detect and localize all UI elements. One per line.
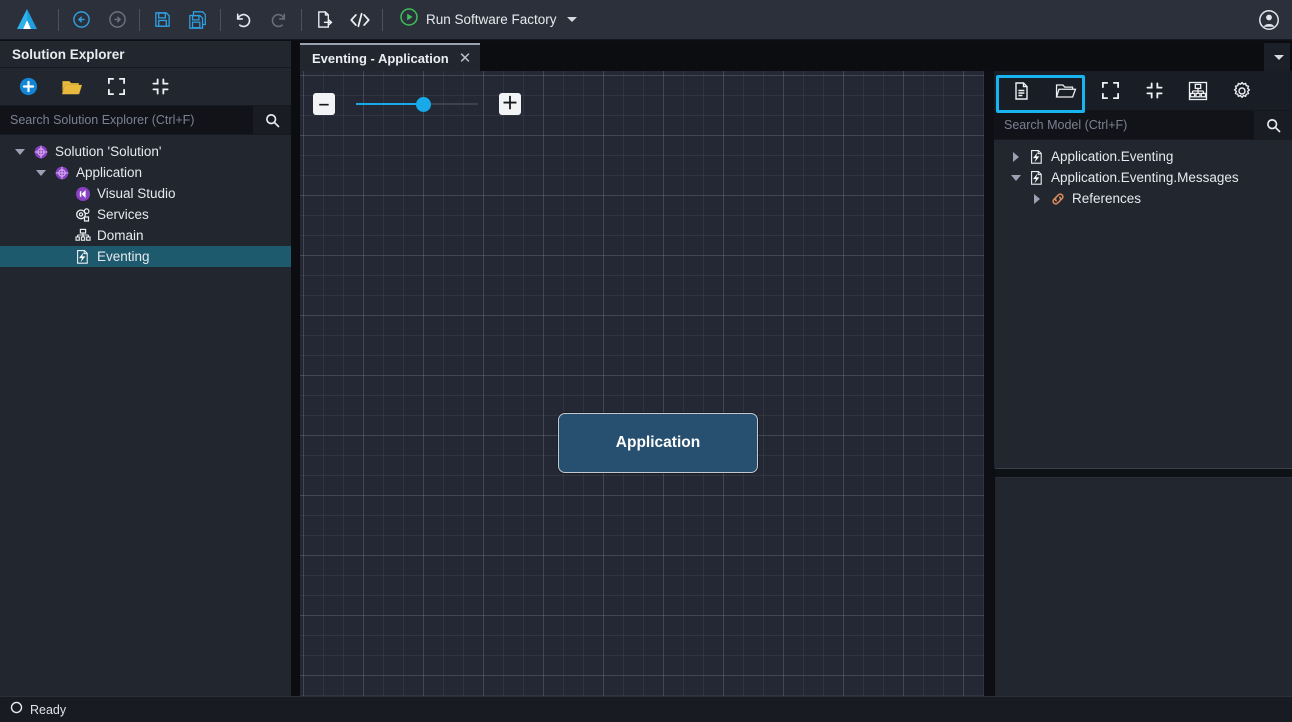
play-circle-icon bbox=[399, 7, 419, 32]
toolbar-divider bbox=[220, 8, 221, 31]
tree-item-label: Eventing bbox=[97, 249, 150, 264]
expand-all-button[interactable] bbox=[1088, 74, 1132, 108]
tab-label: Eventing - Application bbox=[312, 50, 449, 66]
left-panel-splitter[interactable] bbox=[291, 41, 300, 696]
main-toolbar: Run Software Factory bbox=[0, 0, 1292, 40]
model-properties-panel bbox=[995, 478, 1292, 696]
triangle-right-icon[interactable] bbox=[1027, 193, 1047, 204]
application-window: Run Software Factory Solution Explorer S… bbox=[0, 0, 1292, 722]
visual-studio-icon bbox=[72, 186, 94, 202]
zoom-in-button[interactable]: ＋ bbox=[499, 93, 521, 115]
intent-architect-logo bbox=[0, 7, 54, 33]
tree-item-label: References bbox=[1072, 191, 1142, 206]
tree-item-application-eventing-messages[interactable]: Application.Eventing.Messages bbox=[994, 167, 1292, 188]
run-software-factory-label: Run Software Factory bbox=[426, 12, 557, 27]
zoom-control: ‒ ＋ bbox=[313, 93, 521, 115]
tree-item-application[interactable]: Application bbox=[0, 162, 291, 183]
editor-tabbar: Eventing - Application ✕ bbox=[300, 41, 1292, 71]
expand-all-button[interactable] bbox=[94, 71, 138, 103]
diagram-node-application[interactable]: Application bbox=[558, 413, 758, 473]
eventing-icon bbox=[1026, 170, 1048, 186]
triangle-down-icon[interactable] bbox=[1006, 174, 1026, 181]
tree-item-label: Domain bbox=[97, 228, 144, 243]
collapse-all-button[interactable] bbox=[1132, 74, 1176, 108]
tree-item-application-eventing[interactable]: Application.Eventing bbox=[994, 146, 1292, 167]
settings-gear-button[interactable] bbox=[1220, 74, 1264, 108]
open-folder-button[interactable] bbox=[50, 71, 94, 103]
zoom-slider-thumb[interactable] bbox=[416, 97, 432, 112]
back-button[interactable] bbox=[63, 5, 99, 35]
toolbar-divider bbox=[382, 8, 383, 31]
solution-explorer-title: Solution Explorer bbox=[0, 41, 291, 68]
solution-icon bbox=[30, 144, 52, 160]
eventing-icon bbox=[72, 249, 94, 265]
forward-button[interactable] bbox=[99, 5, 135, 35]
circle-icon bbox=[10, 701, 23, 719]
save-button[interactable] bbox=[144, 5, 180, 35]
collapse-all-button[interactable] bbox=[138, 71, 182, 103]
link-icon bbox=[1047, 191, 1069, 207]
toolbar-divider bbox=[139, 8, 140, 31]
redo-button[interactable] bbox=[261, 5, 297, 35]
diagram-view-button[interactable] bbox=[1176, 74, 1220, 108]
triangle-right-icon[interactable] bbox=[1006, 151, 1026, 162]
model-panel: Application.Eventing Application.Eventing… bbox=[994, 71, 1292, 696]
tree-item-label: Application.Eventing.Messages bbox=[1051, 170, 1239, 185]
diagram-canvas[interactable]: ‒ ＋ Application bbox=[300, 71, 984, 696]
model-panel-top: Application.Eventing Application.Eventing… bbox=[994, 71, 1292, 468]
zoom-slider[interactable] bbox=[356, 93, 478, 115]
search-icon[interactable] bbox=[1254, 111, 1292, 139]
search-solution-explorer-input[interactable] bbox=[0, 106, 253, 134]
zoom-out-button[interactable]: ‒ bbox=[313, 93, 335, 115]
eventing-icon bbox=[1026, 149, 1048, 165]
status-text: Ready bbox=[30, 702, 67, 717]
run-software-factory-button[interactable]: Run Software Factory bbox=[393, 4, 585, 35]
tree-item-solution-solution[interactable]: Solution 'Solution' bbox=[0, 141, 291, 162]
tree-item-label: Application bbox=[76, 165, 143, 180]
status-bar: Ready bbox=[0, 696, 1292, 722]
model-panel-toolbar bbox=[994, 71, 1292, 113]
tree-item-services[interactable]: Services bbox=[0, 204, 291, 225]
user-account-button[interactable] bbox=[1246, 8, 1292, 32]
solution-explorer-search-row bbox=[0, 106, 291, 135]
add-new-button[interactable] bbox=[6, 71, 50, 103]
tab-list-dropdown-button[interactable] bbox=[1264, 43, 1290, 71]
undo-button[interactable] bbox=[225, 5, 261, 35]
toolbar-divider bbox=[301, 8, 302, 31]
model-search-row bbox=[994, 111, 1292, 140]
canvas-grid bbox=[300, 71, 984, 696]
tree-item-references[interactable]: References bbox=[994, 188, 1292, 209]
search-icon[interactable] bbox=[253, 106, 291, 134]
application-icon bbox=[51, 165, 73, 181]
tree-item-label: Visual Studio bbox=[97, 186, 176, 201]
domain-icon bbox=[72, 228, 94, 244]
toolbar-divider bbox=[58, 8, 59, 31]
model-panel-splitter[interactable] bbox=[995, 468, 1292, 478]
tree-item-label: Application.Eventing bbox=[1051, 149, 1174, 164]
tree-item-label: Services bbox=[97, 207, 149, 222]
code-brackets-button[interactable] bbox=[342, 5, 378, 35]
triangle-down-icon[interactable] bbox=[10, 148, 30, 155]
tree-item-label: Solution 'Solution' bbox=[55, 144, 162, 159]
zoom-slider-fill bbox=[356, 103, 424, 105]
search-model-input[interactable] bbox=[994, 111, 1254, 139]
chevron-down-icon bbox=[566, 17, 577, 22]
save-all-button[interactable] bbox=[180, 5, 216, 35]
tab-eventing-application[interactable]: Eventing - Application ✕ bbox=[300, 43, 481, 71]
solution-explorer-panel: Solution Explorer Search Solution Explor… bbox=[0, 41, 291, 696]
tree-item-eventing[interactable]: Eventing bbox=[0, 246, 291, 267]
tree-item-visual-studio[interactable]: Visual Studio bbox=[0, 183, 291, 204]
services-icon bbox=[72, 207, 94, 223]
tree-item-domain[interactable]: Domain bbox=[0, 225, 291, 246]
solution-explorer-tree: Solution 'Solution' Application Visual Stu… bbox=[0, 135, 291, 696]
open-folder-button[interactable] bbox=[1044, 74, 1088, 108]
chevron-down-icon bbox=[1273, 54, 1284, 60]
triangle-down-icon[interactable] bbox=[31, 169, 51, 176]
tab-close-icon[interactable]: ✕ bbox=[459, 51, 472, 66]
file-export-button[interactable] bbox=[306, 5, 342, 35]
model-tree: Application.Eventing Application.Eventing… bbox=[994, 140, 1292, 468]
editor-area: Eventing - Application ✕ ‒ ＋ Application bbox=[300, 41, 1292, 696]
solution-explorer-toolbar bbox=[0, 68, 291, 106]
new-file-button[interactable] bbox=[1000, 74, 1044, 108]
